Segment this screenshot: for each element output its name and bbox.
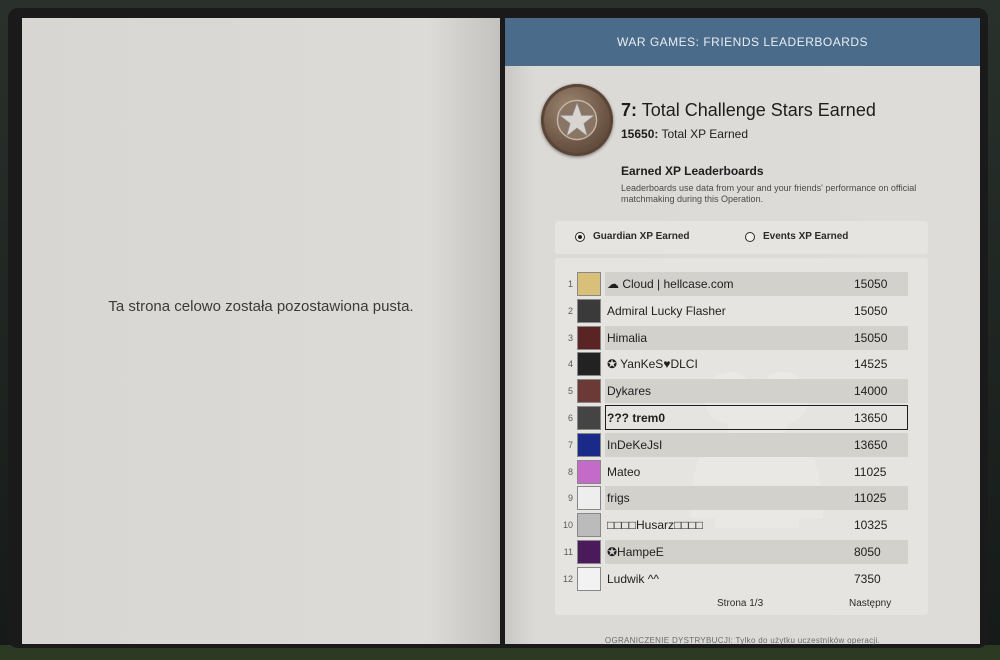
player-xp: 8050 [850, 539, 908, 564]
row-rank: 9 [567, 493, 573, 504]
avatar[interactable] [577, 272, 601, 296]
player-xp: 11025 [854, 464, 887, 479]
table-row[interactable]: 1 ☁ Cloud | hellcase.com 15050 [555, 271, 928, 298]
row-rank: 8 [567, 466, 573, 477]
player-xp: 11025 [850, 486, 908, 511]
operation-book: Ta strona celowo została pozostawiona pu… [8, 8, 988, 648]
table-row[interactable]: 7 InDeKeJsI 13650 [555, 432, 928, 459]
radio-guardian-xp[interactable]: Guardian XP Earned [575, 231, 690, 242]
player-name: Ludwik ^^ [607, 571, 659, 586]
stars-value: 7 [621, 100, 632, 120]
table-row[interactable]: 5 Dykares 14000 [555, 378, 928, 405]
right-page: WAR GAMES: FRIENDS LEADERBOARDS 7: Total… [505, 18, 980, 645]
player-name: ✪ YanKeS♥DLCI [607, 357, 698, 372]
leaderboard-table: 1 ☁ Cloud | hellcase.com 15050 2 Admiral Luc… [555, 258, 928, 615]
player-name: □□□□Husarz□□□□ [607, 518, 703, 533]
player-name: ☁ Cloud | hellcase.com [605, 272, 850, 296]
row-rank: 11 [563, 546, 573, 557]
distribution-notice: OGRANICZENIE DYSTRYBUCJI: Tylko do użytk… [604, 636, 881, 645]
player-name: ✪HampeE [605, 539, 850, 564]
total-xp: 15650: Total XP Earned [621, 127, 749, 141]
table-row[interactable]: 3 Himalia 15050 [555, 325, 928, 352]
row-rank: 2 [567, 305, 573, 316]
table-row[interactable]: 9 frigs 11025 [555, 485, 928, 512]
avatar[interactable] [577, 405, 601, 430]
player-name: frigs [605, 486, 850, 511]
avatar[interactable] [577, 539, 601, 564]
table-row[interactable]: 4 ✪ YanKeS♥DLCI 14525 [555, 351, 928, 378]
radio-guardian-label: Guardian XP Earned [593, 231, 690, 242]
row-rank: 6 [567, 412, 573, 423]
player-name: Mateo [607, 464, 641, 479]
player-name: Dykares [605, 379, 850, 404]
current-player-frame [605, 404, 908, 430]
player-name: Himalia [605, 325, 850, 350]
xp-value: 15650 [621, 127, 655, 141]
player-xp: 15050 [850, 325, 908, 350]
next-page-button[interactable]: Następny [849, 598, 891, 609]
pagination: Strona 1/3 Następny [555, 598, 928, 614]
radio-events-xp[interactable]: Events XP Earned [745, 231, 848, 242]
player-xp: 7350 [854, 571, 881, 586]
avatar[interactable] [577, 566, 601, 591]
table-row[interactable]: 8 Mateo 11025 [555, 459, 928, 486]
total-stars: 7: Total Challenge Stars Earned [621, 100, 876, 120]
player-xp: 14000 [850, 379, 908, 404]
row-rank: 12 [562, 573, 573, 584]
table-row[interactable]: 10 □□□□Husarz□□□□ 10325 [555, 512, 928, 539]
radio-events-label: Events XP Earned [763, 231, 849, 242]
table-row[interactable]: 2 Admiral Lucky Flasher 15050 [555, 298, 928, 325]
leaderboards-description: Leaderboards use data from your and your… [621, 183, 917, 204]
radio-unselected-icon [745, 231, 755, 242]
player-name: Admiral Lucky Flasher [607, 303, 726, 318]
avatar[interactable] [577, 432, 601, 457]
leaderboards-title: Earned XP Leaderboards [621, 164, 764, 178]
row-rank: 1 [567, 279, 573, 289]
leaderboard-filter: Guardian XP Earned Events XP Earned [555, 221, 928, 254]
table-row[interactable]: 11 ✪HampeE 8050 [555, 539, 928, 566]
left-page: Ta strona celowo została pozostawiona pu… [22, 18, 500, 644]
player-xp: 10325 [854, 518, 888, 533]
avatar[interactable] [577, 325, 601, 350]
blank-page-text: Ta strona celowo została pozostawiona pu… [108, 298, 414, 315]
page-header: WAR GAMES: FRIENDS LEADERBOARDS [505, 18, 980, 66]
challenge-coin-icon [541, 84, 613, 156]
row-rank: 4 [567, 359, 573, 370]
avatar[interactable] [577, 352, 601, 377]
avatar[interactable] [577, 379, 601, 404]
xp-label: Total XP Earned [661, 127, 749, 141]
player-xp: 15050 [854, 303, 888, 318]
row-rank: 5 [567, 386, 573, 397]
avatar[interactable] [577, 459, 601, 484]
player-name: InDeKeJsI [605, 432, 850, 457]
row-rank: 10 [562, 520, 573, 531]
page-indicator: Strona 1/3 [717, 598, 764, 609]
table-row[interactable]: 6??? trem0 13650 [555, 404, 928, 432]
row-rank: 7 [567, 439, 573, 450]
player-xp: 14525 [854, 357, 888, 372]
stars-label: Total Challenge Stars Earned [641, 100, 876, 120]
table-row[interactable]: 12 Ludwik ^^ 7350 [555, 566, 928, 593]
avatar[interactable] [577, 486, 601, 511]
player-xp: 13650 [850, 432, 908, 457]
avatar[interactable] [577, 298, 601, 323]
row-rank: 3 [567, 332, 573, 343]
player-xp: 15050 [850, 272, 908, 296]
avatar[interactable] [577, 513, 601, 538]
radio-selected-icon [575, 231, 585, 242]
leaderboard-rows: 1 ☁ Cloud | hellcase.com 15050 2 Admiral Luc… [555, 271, 928, 593]
